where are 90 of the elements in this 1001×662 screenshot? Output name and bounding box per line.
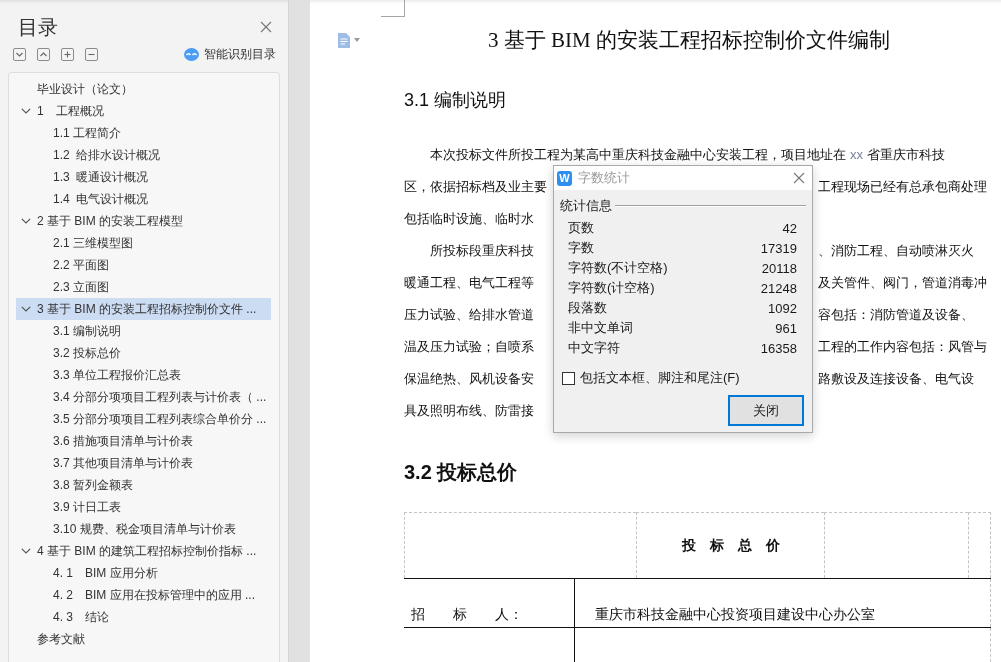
- expand-all-button[interactable]: [13, 47, 26, 61]
- chevron-down-icon[interactable]: [21, 306, 31, 312]
- smart-toc-button[interactable]: 智能识别目录: [184, 45, 276, 63]
- outline-item[interactable]: 3.1 编制说明: [16, 320, 271, 342]
- outline-item[interactable]: 1.3 暖通设计概况: [16, 166, 271, 188]
- group-label: 统计信息: [560, 197, 612, 215]
- outline-item[interactable]: 参考文献: [16, 628, 271, 650]
- stat-label: 页数: [568, 219, 594, 237]
- close-icon: [793, 172, 805, 184]
- stat-label: 段落数: [568, 299, 607, 317]
- dialog-title: 字数统计: [578, 169, 630, 187]
- table-cell: 重庆市科技金融中心投资项目建设中心办公室: [575, 579, 991, 627]
- plus-icon: [64, 50, 71, 58]
- outline-item[interactable]: 4. 1 BIM 应用分析: [16, 562, 271, 584]
- table-header-cell: 投 标 总 价: [636, 512, 824, 578]
- paragraph-text: 区，依据招标档及业主要: [404, 179, 547, 194]
- stat-value: 21248: [760, 280, 797, 296]
- paragraph-text: 及关管件、阀门，管道消毒冲: [818, 274, 987, 292]
- outline-item[interactable]: 3.2 投标总价: [16, 342, 271, 364]
- paragraph-text: 压力试验、给排水管道: [404, 307, 534, 322]
- outline-item[interactable]: 毕业设计（论文）: [16, 78, 271, 100]
- close-dialog-button[interactable]: 关闭: [728, 395, 804, 426]
- paragraph-text: 保温绝热、风机设备安: [404, 371, 534, 386]
- outline-item[interactable]: 1.4 电气设计概况: [16, 188, 271, 210]
- outline-item[interactable]: 3.3 单位工程报价汇总表: [16, 364, 271, 386]
- outline-item[interactable]: 3.4 分部分项项目工程列表与计价表（ ...: [16, 386, 271, 408]
- paragraph-text: 容包括：消防管道及设备、: [818, 306, 974, 324]
- stat-label: 字数: [568, 239, 594, 257]
- outline-item[interactable]: 4. 2 BIM 应用在投标管理中的应用 ...: [16, 584, 271, 606]
- outline-item[interactable]: 1.1 工程简介: [16, 122, 271, 144]
- chevron-down-icon[interactable]: [21, 548, 31, 554]
- stat-label: 非中文单词: [568, 319, 633, 337]
- paragraph-text: 具及照明布线、防雷接: [404, 403, 534, 418]
- paragraph-text: 工程现场已经有总承包商处理: [818, 178, 987, 196]
- chevron-down-icon: [16, 50, 23, 58]
- outline-item[interactable]: 1 工程概况: [16, 100, 271, 122]
- outline-item[interactable]: 4. 3 结论: [16, 606, 271, 628]
- paragraph-text: 暖通工程、电气工程等: [404, 275, 534, 290]
- paragraph-text: 温及压力试验；自喷系: [404, 339, 534, 354]
- document-menu-button[interactable]: [338, 32, 360, 48]
- stat-label: 字符数(不计空格): [568, 259, 668, 277]
- chevron-up-icon: [40, 50, 47, 58]
- outline-item[interactable]: 3.5 分部分项项目工程列表综合单价分 ...: [16, 408, 271, 430]
- outline-item[interactable]: 2.2 平面图: [16, 254, 271, 276]
- stat-value: 16358: [760, 340, 797, 356]
- paragraph-text: 包括临时设施、临时水: [404, 211, 534, 226]
- paragraph-text: 本次投标文件所投工程为某高中重庆科技金融中心安装工程，项目地址在 xx 省重庆市科技: [430, 147, 946, 162]
- caret-icon: [354, 38, 360, 42]
- stat-label: 字符数(计空格): [568, 279, 655, 297]
- outline-item[interactable]: 1.2 给排水设计概况: [16, 144, 271, 166]
- panel-title: 目录: [18, 15, 58, 40]
- close-button[interactable]: [793, 172, 805, 184]
- collapse-all-button[interactable]: [37, 47, 50, 61]
- robot-face-icon: [184, 47, 199, 61]
- outline-item[interactable]: 3 基于 BIM 的安装工程招标控制价文件 ...: [16, 298, 271, 320]
- paragraph-text: 、消防工程、自动喷淋灭火: [818, 242, 974, 260]
- stat-value: 1092: [768, 300, 797, 316]
- paragraph-text: 路敷设及连接设备、电气设: [818, 370, 974, 388]
- expand-level-button[interactable]: [61, 47, 74, 61]
- stat-value: 42: [782, 220, 797, 236]
- collapse-level-button[interactable]: [85, 47, 98, 61]
- table-cell: 招 标 人：: [404, 579, 575, 627]
- outline-item[interactable]: 2 基于 BIM 的安装工程模型: [16, 210, 271, 232]
- outline-item[interactable]: 3.6 措施项目清单与计价表: [16, 430, 271, 452]
- stat-label: 中文字符: [568, 339, 620, 357]
- outline-item[interactable]: 3.9 计日工表: [16, 496, 271, 518]
- close-icon: [260, 21, 272, 33]
- app-logo: W: [557, 170, 572, 186]
- outline-item[interactable]: 2.1 三维模型图: [16, 232, 271, 254]
- stat-value: 961: [775, 320, 797, 336]
- section-heading: 3.2 投标总价: [404, 460, 518, 485]
- checkbox[interactable]: [562, 371, 575, 385]
- outline-item[interactable]: 3.7 其他项目清单与计价表: [16, 452, 271, 474]
- outline-item[interactable]: 4 基于 BIM 的建筑工程招标控制价指标 ...: [16, 540, 271, 562]
- chevron-down-icon[interactable]: [21, 218, 31, 224]
- paragraph-text: 所投标段重庆科技: [430, 243, 534, 258]
- outline-item[interactable]: 2.3 立面图: [16, 276, 271, 298]
- stat-value: 17319: [760, 240, 797, 256]
- page-corner-mark: [381, 0, 405, 17]
- paragraph-text: 工程的工作内容包括：风管与: [818, 338, 987, 356]
- outline-item[interactable]: 3.8 暂列金额表: [16, 474, 271, 496]
- document-title: 3 基于 BIM 的安装工程招标控制价文件编制: [488, 27, 890, 54]
- outline-item[interactable]: 3.10 规费、税金项目清单与计价表: [16, 518, 271, 540]
- checkbox-label[interactable]: 包括文本框、脚注和尾注(F): [580, 369, 740, 387]
- table-cell: [968, 512, 991, 578]
- stat-value: 20118: [761, 260, 797, 276]
- document-icon: [338, 32, 350, 48]
- chevron-down-icon[interactable]: [21, 108, 31, 114]
- close-button[interactable]: [260, 21, 272, 33]
- section-heading: 3.1 编制说明: [404, 89, 507, 112]
